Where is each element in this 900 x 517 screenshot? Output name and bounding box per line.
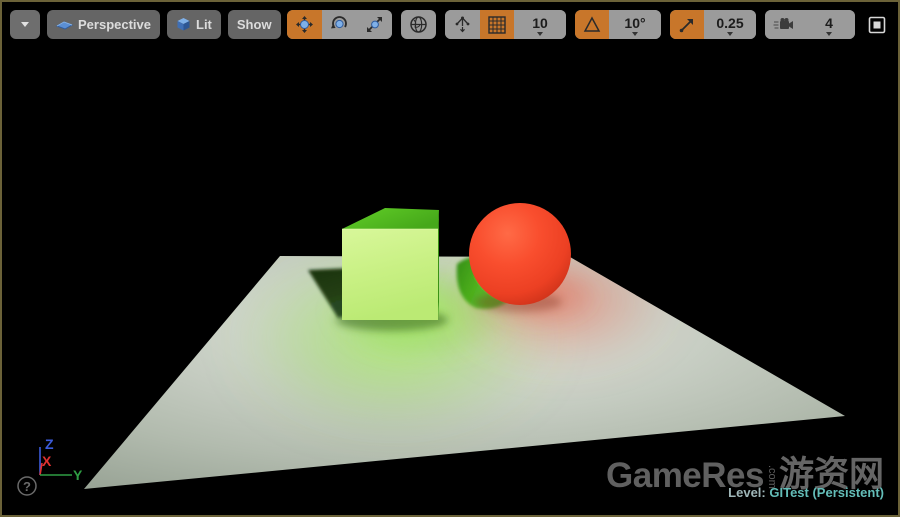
angle-snap-value-text: 10° — [624, 14, 646, 31]
coordinate-system-group — [401, 10, 436, 39]
camera-icon — [773, 17, 793, 29]
camera-speed-value[interactable]: 4 — [803, 10, 855, 39]
help-glyph: ? — [23, 479, 31, 494]
transform-mode-group — [287, 10, 392, 39]
chevron-down-icon — [537, 31, 543, 36]
chevron-down-icon — [826, 31, 832, 36]
toolbar-left-group: Perspective Lit Show — [10, 10, 281, 39]
scale-snap-toggle[interactable] — [670, 10, 704, 39]
rotate-mode-button[interactable] — [322, 10, 357, 39]
toolbar-right-group: 10 10° 0.25 4 — [287, 10, 890, 39]
scale-snap-group: 0.25 — [670, 10, 756, 39]
scale-snap-value[interactable]: 0.25 — [704, 10, 756, 39]
help-icon[interactable]: ? — [16, 475, 38, 502]
chevron-down-icon — [727, 31, 733, 36]
angle-snap-group: 10° — [575, 10, 661, 39]
scene-canvas — [2, 2, 898, 515]
surface-snap-toggle[interactable] — [445, 10, 480, 39]
viewport-3d-scene[interactable] — [2, 2, 898, 515]
show-menu-label: Show — [236, 17, 272, 32]
scale-gizmo-icon — [367, 17, 382, 32]
move-gizmo-icon — [296, 16, 313, 33]
green-cube[interactable] — [342, 208, 439, 320]
perspective-camera-icon — [56, 20, 73, 30]
snapping-group: 10 — [445, 10, 566, 39]
lit-cube-icon — [177, 18, 190, 31]
grid-snap-value[interactable]: 10 — [514, 10, 566, 39]
chevron-down-icon — [632, 31, 638, 36]
rotate-gizmo-icon — [331, 16, 347, 29]
view-mode-label: Perspective — [78, 17, 151, 32]
lighting-mode-button[interactable]: Lit — [167, 10, 221, 39]
viewport-options-dropdown[interactable] — [10, 10, 40, 39]
scale-mode-button[interactable] — [357, 10, 392, 39]
camera-speed-group: 4 — [765, 10, 855, 39]
help-circle-icon: ? — [17, 476, 37, 496]
angle-snap-value[interactable]: 10° — [609, 10, 661, 39]
show-menu-button[interactable]: Show — [227, 10, 281, 39]
grid-icon — [488, 15, 506, 34]
world-space-toggle[interactable] — [401, 10, 436, 39]
translate-mode-button[interactable] — [287, 10, 322, 39]
perspective-viewport[interactable]: Perspective Lit Show 10 10° 0.25 4 Z X Y… — [0, 0, 900, 517]
view-mode-button[interactable]: Perspective — [47, 10, 160, 39]
globe-icon — [410, 16, 427, 33]
red-sphere[interactable] — [469, 203, 571, 305]
scale-snap-arrow-icon — [679, 18, 693, 32]
lighting-mode-label: Lit — [196, 17, 212, 32]
camera-speed-button[interactable] — [765, 10, 803, 39]
maximize-icon — [868, 16, 886, 33]
grid-snap-value-text: 10 — [532, 14, 548, 31]
maximize-viewport-button[interactable] — [864, 12, 890, 38]
camera-speed-value-text: 4 — [825, 14, 833, 31]
grid-snap-toggle[interactable] — [480, 10, 514, 39]
chevron-down-icon — [21, 22, 29, 27]
scale-snap-value-text: 0.25 — [716, 14, 744, 31]
angle-snap-toggle[interactable] — [575, 10, 609, 39]
angle-icon — [583, 15, 601, 32]
surface-snap-icon — [455, 16, 470, 33]
